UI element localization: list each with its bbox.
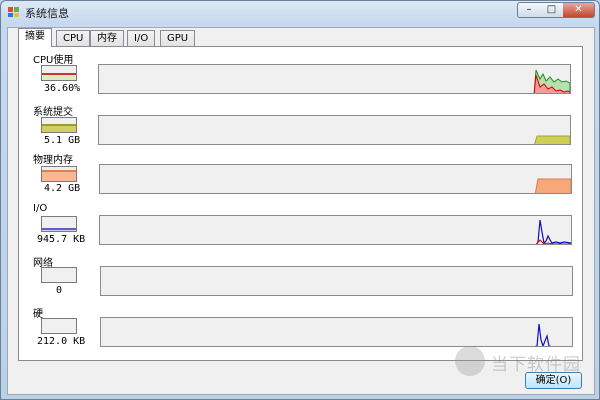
memory-mini-meter: [41, 166, 77, 182]
cpu-usage-label: CPU使用: [33, 55, 74, 66]
dialog-client-area: 摘要 CPU 内存 I/O GPU CPU使用 36.60% 系统提交 5.1 …: [7, 27, 595, 395]
tab-label: GPU: [167, 33, 189, 44]
disk-value: 212.0 KB: [37, 336, 86, 347]
commit-mini-fill: [42, 124, 76, 132]
tab-label: I/O: [134, 33, 149, 44]
tab-label: CPU: [63, 33, 84, 44]
network-history-graph: [100, 266, 573, 296]
disk-history-chart: [534, 323, 552, 346]
tab-label: 摘要: [25, 31, 45, 42]
app-icon: [8, 7, 19, 17]
network-value: 0: [56, 285, 63, 296]
commit-mini-meter: [41, 117, 77, 133]
title-bar[interactable]: 系统信息 – □ ✕: [1, 1, 599, 23]
cpu-history-graph: [98, 64, 571, 94]
maximize-button[interactable]: □: [540, 2, 564, 18]
window-title: 系统信息: [25, 7, 69, 20]
tab-io[interactable]: I/O: [127, 30, 156, 46]
commit-history-chart: [534, 135, 570, 144]
system-commit-value: 5.1 GB: [44, 135, 81, 146]
io-value: 945.7 KB: [37, 234, 86, 245]
system-info-window: 系统信息 – □ ✕ 摘要 CPU 内存 I/O GPU CPU使用 36.60…: [0, 0, 600, 400]
io-mini-meter: [41, 216, 77, 232]
io-label: I/O: [33, 203, 48, 214]
commit-history-graph: [98, 115, 571, 145]
tab-gpu[interactable]: GPU: [160, 30, 196, 46]
network-mini-meter: [41, 267, 77, 283]
maximize-icon: □: [546, 4, 557, 15]
close-icon: ✕: [574, 4, 583, 15]
tab-summary[interactable]: 摘要: [18, 28, 52, 47]
memory-history-graph: [99, 164, 572, 194]
io-history-graph: [99, 215, 572, 245]
minimize-icon: –: [526, 4, 532, 15]
disk-mini-meter: [41, 318, 77, 334]
tab-cpu[interactable]: CPU: [56, 30, 91, 46]
cpu-mini-meter: [41, 65, 77, 81]
watermark-icon: [455, 346, 485, 376]
io-history-chart: [535, 219, 571, 244]
system-commit-label: 系统提交: [33, 107, 73, 118]
memory-history-chart: [534, 178, 571, 193]
disk-history-graph: [100, 317, 573, 347]
memory-mini-fill: [42, 170, 76, 181]
cpu-history-chart: [533, 69, 570, 93]
physical-memory-label: 物理内存: [33, 155, 73, 166]
network-history-chart: [101, 267, 573, 296]
minimize-button[interactable]: –: [517, 2, 541, 18]
io-mini-fill: [42, 228, 76, 231]
cpu-mini-fill: [42, 73, 76, 80]
ok-button[interactable]: 确定(O): [525, 372, 582, 389]
physical-memory-value: 4.2 GB: [44, 183, 81, 194]
summary-panel: CPU使用 36.60% 系统提交 5.1 GB 物理内存 4.2 GB I/O…: [18, 46, 583, 361]
close-button[interactable]: ✕: [563, 2, 595, 18]
tab-label: 内存: [97, 33, 117, 44]
cpu-usage-value: 36.60%: [44, 83, 81, 94]
tab-memory[interactable]: 内存: [90, 30, 124, 46]
